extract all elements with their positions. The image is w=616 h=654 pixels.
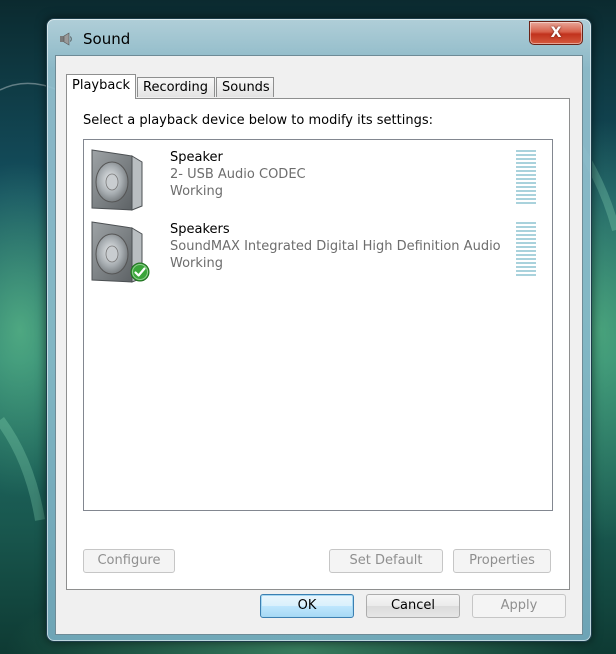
cancel-button[interactable]: Cancel xyxy=(366,594,460,618)
list-item-speaker[interactable]: Speaker 2- USB Audio CODEC Working xyxy=(84,144,552,214)
dialog-client-area: Playback Recording Sounds Select a playb… xyxy=(55,55,583,635)
playback-panel: Select a playback device below to modify… xyxy=(66,98,570,590)
configure-button[interactable]: Configure xyxy=(83,549,175,573)
close-button[interactable]: X xyxy=(529,21,583,45)
volume-level-meter xyxy=(516,150,536,206)
tab-sounds[interactable]: Sounds xyxy=(216,77,274,97)
instruction-text: Select a playback device below to modify… xyxy=(83,113,433,128)
ok-button[interactable]: OK xyxy=(260,594,354,618)
set-default-button[interactable]: Set Default xyxy=(329,549,443,573)
tab-recording[interactable]: Recording xyxy=(137,77,215,97)
tab-playback[interactable]: Playback xyxy=(66,74,136,99)
device-name: Speakers xyxy=(170,222,230,237)
speaker-icon xyxy=(91,149,143,211)
device-list[interactable]: Speaker 2- USB Audio CODEC Working Speak… xyxy=(83,139,553,511)
volume-level-meter xyxy=(516,222,536,278)
title-bar[interactable]: Sound X xyxy=(47,19,591,55)
properties-button[interactable]: Properties xyxy=(453,549,551,573)
device-status: Working xyxy=(170,184,224,199)
close-icon: X xyxy=(550,25,562,41)
speaker-small-icon xyxy=(60,32,72,46)
default-device-check-icon xyxy=(130,262,150,282)
device-status: Working xyxy=(170,256,224,271)
list-item-speakers[interactable]: Speakers SoundMAX Integrated Digital Hig… xyxy=(84,216,552,286)
window-title: Sound xyxy=(83,30,131,48)
device-description: 2- USB Audio CODEC xyxy=(170,167,306,182)
device-description: SoundMAX Integrated Digital High Definit… xyxy=(170,239,501,254)
apply-button[interactable]: Apply xyxy=(472,594,566,618)
sound-dialog: Sound X Playback Recording Sounds Select… xyxy=(46,18,592,642)
device-name: Speaker xyxy=(170,150,223,165)
